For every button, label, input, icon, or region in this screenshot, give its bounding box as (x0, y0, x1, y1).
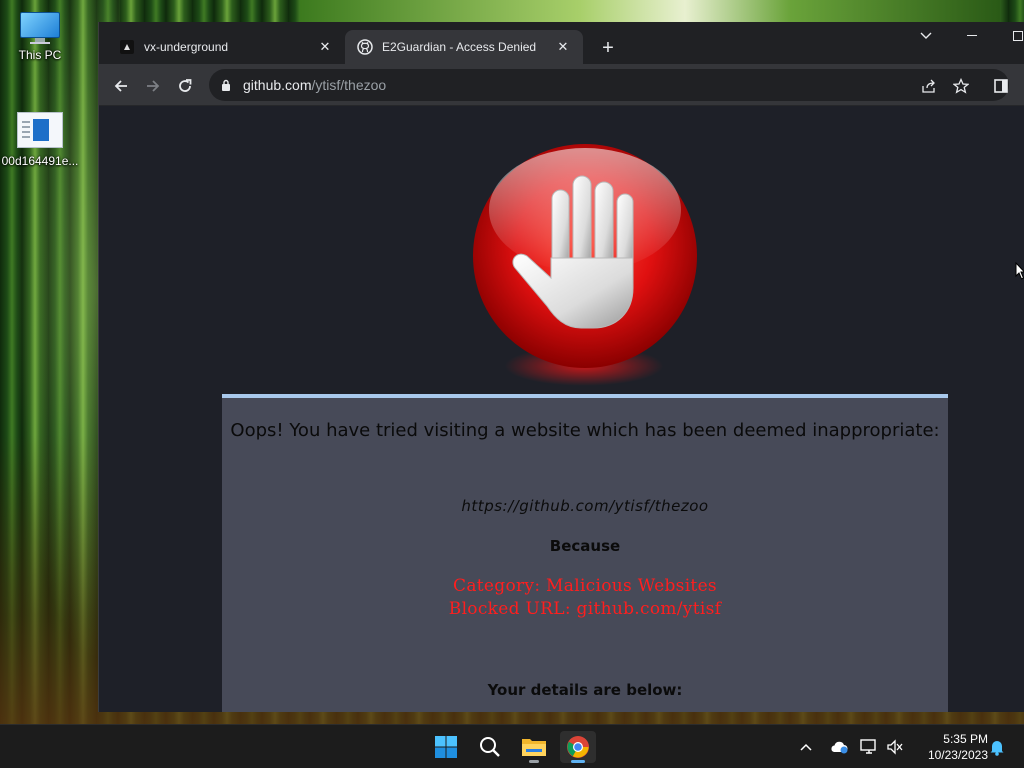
side-panel-icon (994, 79, 1008, 93)
reload-icon (179, 79, 192, 92)
reload-button[interactable] (171, 72, 199, 100)
github-favicon-icon (357, 39, 373, 55)
details-heading: Your details are below: (487, 681, 683, 699)
bell-icon (990, 741, 1004, 756)
maximize-button[interactable] (995, 22, 1024, 50)
desktop-icon-label: This PC (18, 48, 62, 62)
chevron-down-icon (920, 32, 932, 39)
forward-arrow-icon (147, 80, 160, 92)
browser-window: vx-underground ✕ E2Guardian - Access Den… (98, 22, 1024, 712)
chevron-up-icon (800, 743, 812, 751)
chrome-taskbar-button[interactable] (560, 731, 596, 763)
folder-icon (522, 739, 546, 756)
tab-search-button[interactable] (903, 22, 949, 50)
minimize-button[interactable] (949, 22, 995, 50)
tab-title: E2Guardian - Access Denied (382, 40, 537, 54)
access-denied-panel: Oops! You have tried visiting a website … (222, 394, 948, 712)
onedrive-tray-button[interactable] (826, 725, 852, 768)
desktop-icon-file[interactable]: 00d164491e... (0, 112, 80, 168)
blocked-url: https://github.com/ytisf/thezoo (461, 497, 709, 515)
back-arrow-icon (114, 80, 127, 92)
share-button[interactable] (915, 72, 943, 100)
stop-hand-icon (469, 140, 701, 372)
denied-message: Oops! You have tried visiting a website … (230, 420, 940, 441)
back-button[interactable] (107, 72, 135, 100)
document-icon (17, 112, 63, 148)
search-icon (480, 737, 500, 757)
desktop-icon-label: 00d164491e... (1, 154, 79, 168)
minimize-icon (967, 35, 977, 36)
desktop-icon-this-pc[interactable]: This PC (0, 12, 80, 62)
chrome-icon (567, 736, 589, 758)
search-button[interactable] (472, 731, 508, 763)
notifications-button[interactable] (986, 725, 1008, 768)
maximize-icon (1013, 31, 1023, 41)
mouse-cursor-icon (1015, 261, 1024, 285)
taskbar-clock[interactable]: 5:35 PM 10/23/2023 (912, 731, 988, 763)
show-hidden-icons-button[interactable] (794, 725, 818, 768)
network-tray-button[interactable] (858, 725, 880, 768)
tab-vx-underground[interactable]: vx-underground ✕ (107, 30, 345, 64)
computer-icon (20, 12, 60, 44)
blocked-url-line: Blocked URL: github.com/ytisf (448, 599, 722, 619)
clock-time: 5:35 PM (943, 732, 988, 746)
lock-icon (221, 79, 231, 91)
start-button[interactable] (428, 731, 464, 763)
bookmark-button[interactable] (947, 72, 975, 100)
tab-e2guardian[interactable]: E2Guardian - Access Denied ✕ (345, 30, 583, 64)
browser-toolbar: github.com/ytisf/thezoo (99, 64, 1024, 106)
tab-strip: vx-underground ✕ E2Guardian - Access Den… (99, 22, 1024, 64)
tab-title: vx-underground (144, 40, 229, 54)
volume-tray-button[interactable] (884, 725, 906, 768)
taskbar: 5:35 PM 10/23/2023 (0, 724, 1024, 768)
side-panel-button[interactable] (987, 72, 1015, 100)
category-line: Category: Malicious Websites (453, 576, 717, 596)
plus-icon: + (602, 36, 614, 59)
tab-close-icon[interactable]: ✕ (555, 39, 571, 55)
cloud-icon (831, 741, 848, 754)
address-path: /ytisf/thezoo (311, 77, 387, 93)
page-viewport: Oops! You have tried visiting a website … (99, 106, 1024, 712)
because-label: Because (549, 537, 621, 555)
forward-button[interactable] (139, 72, 167, 100)
windows-start-icon (435, 736, 457, 758)
new-tab-button[interactable]: + (596, 36, 620, 60)
network-icon (860, 739, 876, 754)
clock-date: 10/23/2023 (927, 748, 988, 762)
share-icon (922, 79, 935, 93)
tab-close-icon[interactable]: ✕ (317, 39, 333, 55)
address-host: github.com (243, 77, 312, 93)
star-icon (953, 78, 969, 94)
volume-muted-icon (887, 739, 903, 755)
file-explorer-button[interactable] (516, 731, 552, 763)
address-bar[interactable]: github.com/ytisf/thezoo (209, 69, 1009, 101)
vx-underground-favicon-icon (119, 39, 135, 55)
